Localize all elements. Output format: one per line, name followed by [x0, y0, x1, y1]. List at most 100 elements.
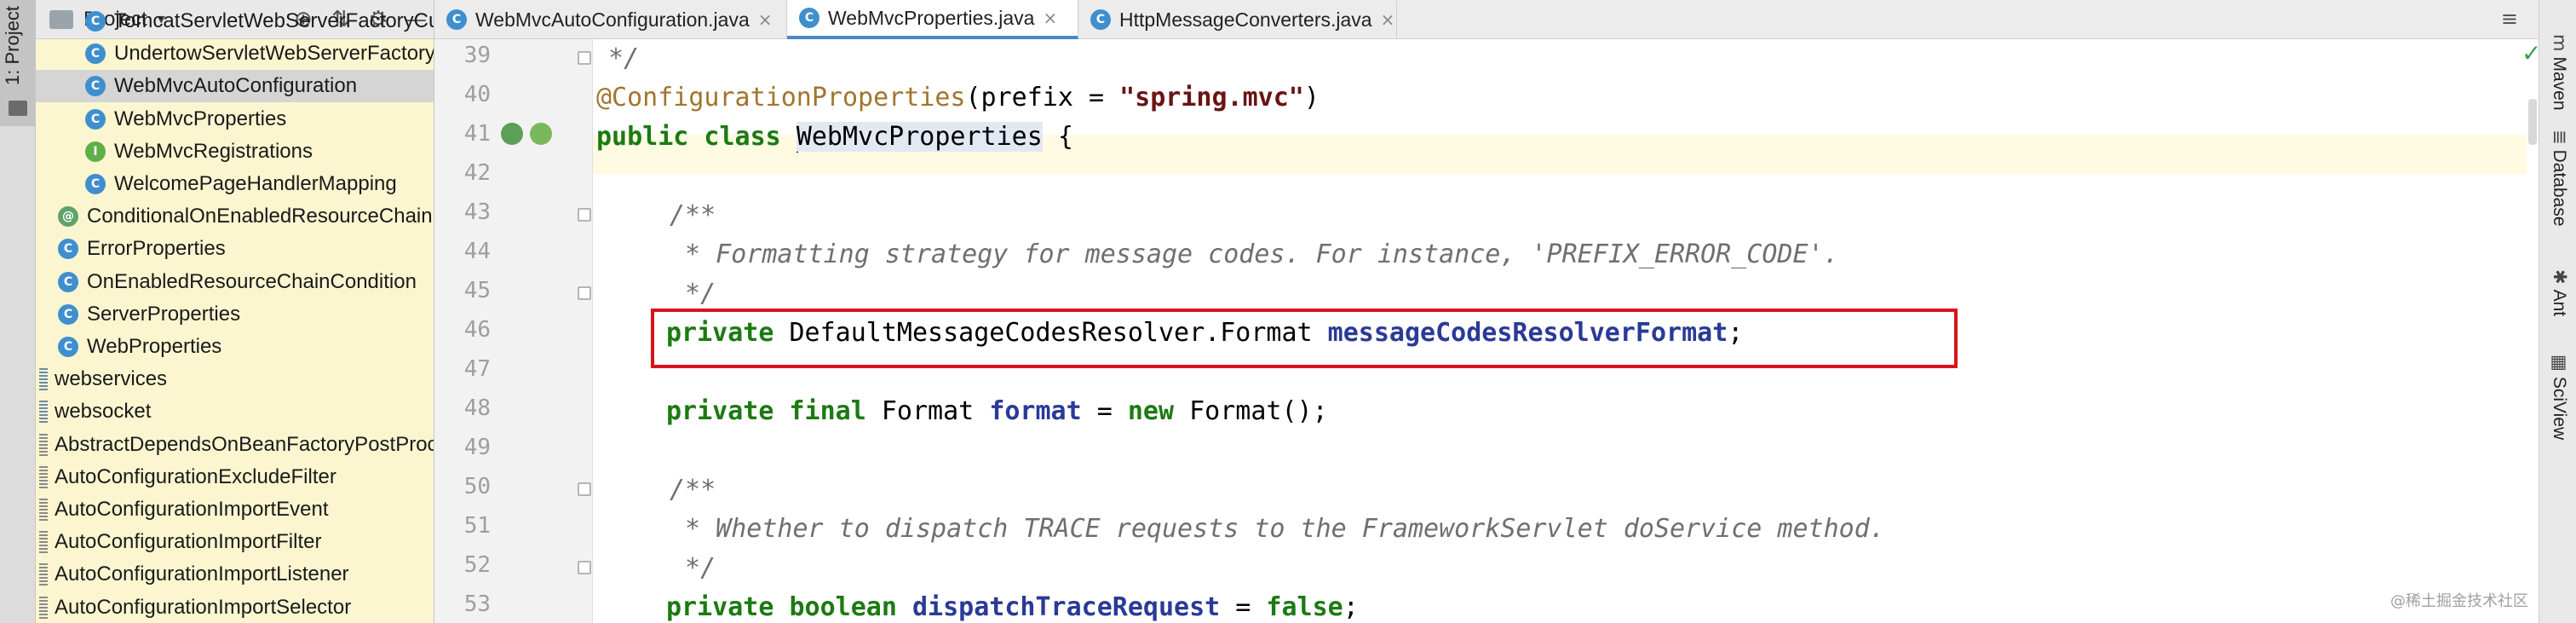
tree-item[interactable]: C ErrorProperties	[36, 233, 434, 265]
tree-item-label: AutoConfigurationImportFilter	[55, 530, 322, 554]
maven-icon: m	[2550, 34, 2570, 52]
tree-item[interactable]: AutoConfigurationImportEvent	[36, 493, 434, 526]
tree-item-label: ConditionalOnEnabledResourceChain	[87, 205, 433, 228]
code-line-53: private boolean dispatchTraceRequest = f…	[666, 592, 1359, 622]
line-number: 39	[463, 43, 491, 68]
close-icon[interactable]: ×	[758, 9, 773, 30]
line-number: 50	[463, 474, 491, 499]
line-number: 43	[463, 199, 491, 225]
tree-item-label: WebProperties	[87, 335, 222, 358]
tree-item-label: ErrorProperties	[87, 237, 226, 261]
tree-item[interactable]: C OnEnabledResourceChainCondition	[36, 266, 434, 298]
tree-item[interactable]: websocket	[36, 395, 434, 428]
tree-item-label: OnEnabledResourceChainCondition	[87, 269, 417, 293]
error-stripe[interactable]	[2527, 39, 2539, 623]
tree-item[interactable]: C WebMvcAutoConfiguration	[36, 70, 434, 103]
line-number: 46	[463, 317, 491, 343]
line-number: 49	[463, 435, 491, 460]
watermark: @稀土掘金技术社区	[2390, 592, 2528, 610]
tree-item-label: AutoConfigurationImportEvent	[55, 498, 329, 521]
code-line-41: public class WebMvcProperties {	[596, 122, 1073, 153]
class-icon: C	[446, 9, 467, 30]
close-icon[interactable]: ×	[1381, 9, 1395, 30]
tree-item-label: AutoConfigurationImportListener	[55, 562, 349, 586]
tree-item[interactable]: I WebMvcRegistrations	[36, 136, 434, 168]
folder-icon	[39, 401, 48, 424]
code-line-39: */	[593, 43, 640, 73]
package-icon	[39, 596, 48, 619]
tree-item[interactable]: @ ConditionalOnEnabledResourceChain	[36, 200, 434, 233]
tree-item-label: TomcatServletWebServerFactoryCustomizer	[114, 9, 434, 32]
class-icon: C	[58, 303, 78, 325]
line-number: 48	[463, 395, 491, 421]
line-number: 52	[463, 552, 491, 578]
code-line-44: * Formatting strategy for message codes.…	[670, 239, 1839, 269]
tree-item-label: ServerProperties	[87, 302, 241, 326]
project-tool-tab-label: 1: Project	[2, 6, 23, 85]
tree-item[interactable]: C UndertowServletWebServerFactoryCustomiz…	[36, 37, 434, 70]
tree-item-label: WebMvcRegistrations	[114, 139, 313, 163]
tab-webmvcproperties[interactable]: C WebMvcProperties.java ×	[787, 0, 1078, 39]
fold-marker[interactable]	[578, 482, 591, 496]
class-icon: C	[58, 337, 78, 357]
annotation-highlight-box	[651, 309, 1958, 368]
close-icon[interactable]: ×	[1043, 8, 1057, 28]
tree-item[interactable]: AutoConfigurationImportSelector	[36, 591, 434, 623]
code-line-50: /**	[670, 475, 716, 505]
line-number: 42	[463, 160, 491, 186]
tab-webmvcautoconfiguration[interactable]: C WebMvcAutoConfiguration.java ×	[434, 0, 787, 39]
tab-label: HttpMessageConverters.java	[1119, 8, 1372, 31]
tree-item-label: AutoConfigurationImportSelector	[55, 595, 352, 619]
line-number: 45	[463, 278, 491, 303]
tree-item-label: WebMvcAutoConfiguration	[114, 74, 358, 98]
tree-item[interactable]: AutoConfigurationExcludeFilter	[36, 461, 434, 493]
tree-item[interactable]: AbstractDependsOnBeanFactoryPostProcesso…	[36, 429, 434, 461]
package-icon	[39, 563, 48, 586]
ant-icon: ✱	[2550, 269, 2570, 285]
package-icon	[39, 499, 48, 521]
tree-item[interactable]: AutoConfigurationImportFilter	[36, 526, 434, 558]
project-panel: Project ▾ ⊕ ⇅ ⚙ — C TomcatServletWebServe…	[36, 0, 434, 623]
line-number: 41	[463, 121, 491, 147]
tree-item-label: websocket	[55, 400, 152, 424]
fold-marker[interactable]	[578, 561, 591, 574]
line-number: 51	[463, 513, 491, 539]
spring-config-icon[interactable]	[530, 123, 552, 145]
tree-item[interactable]: AutoConfigurationImportListener	[36, 558, 434, 591]
fold-marker[interactable]	[578, 51, 591, 65]
ant-tool-tab[interactable]: ✱Ant	[2549, 269, 2570, 316]
class-icon: C	[799, 8, 819, 28]
line-number: 47	[463, 356, 491, 382]
tree-item[interactable]: C ServerProperties	[36, 298, 434, 331]
class-icon: C	[85, 11, 106, 32]
editor-gutter: 39 40 41 42 43 44 45 46 47 48 49 50 51 5…	[434, 39, 593, 623]
fold-marker[interactable]	[578, 208, 591, 222]
sciview-icon: ▦	[2550, 355, 2570, 372]
database-icon: ≣	[2550, 130, 2570, 145]
tree-item[interactable]: C WelcomePageHandlerMapping	[36, 168, 434, 200]
code-line-43: /**	[670, 200, 716, 230]
tree-item[interactable]: C WebMvcProperties	[36, 103, 434, 136]
spring-bean-icon[interactable]	[501, 123, 523, 145]
sciview-tool-tab[interactable]: ▦SciView	[2549, 355, 2570, 440]
editor-tab-bar: C WebMvcAutoConfiguration.java × C WebMv…	[434, 0, 2539, 39]
class-icon: C	[85, 174, 106, 194]
tab-httpmessageconverters[interactable]: C HttpMessageConverters.java ×	[1078, 0, 1397, 39]
tree-item-label: webservices	[55, 367, 168, 391]
package-icon	[39, 465, 48, 488]
editor-scrollbar-thumb[interactable]	[2528, 99, 2537, 145]
fold-marker[interactable]	[578, 286, 591, 300]
tree-item[interactable]: C WebProperties	[36, 331, 434, 363]
folder-icon	[39, 368, 48, 391]
tree-item-label: AbstractDependsOnBeanFactoryPostProcesso…	[55, 432, 434, 456]
class-icon: C	[85, 76, 106, 97]
database-tool-tab[interactable]: ≣Database	[2549, 130, 2570, 227]
tab-list-menu-icon[interactable]: ≡	[2501, 7, 2518, 31]
code-line-52: */	[670, 553, 716, 583]
line-number: 40	[463, 82, 491, 107]
maven-tool-tab[interactable]: mMaven	[2549, 34, 2570, 111]
tree-item[interactable]: C TomcatServletWebServerFactoryCustomizer	[36, 5, 434, 37]
tree-item-label: WelcomePageHandlerMapping	[114, 172, 397, 195]
left-tool-strip: 1: Project	[0, 0, 36, 623]
tree-item[interactable]: webservices	[36, 363, 434, 395]
